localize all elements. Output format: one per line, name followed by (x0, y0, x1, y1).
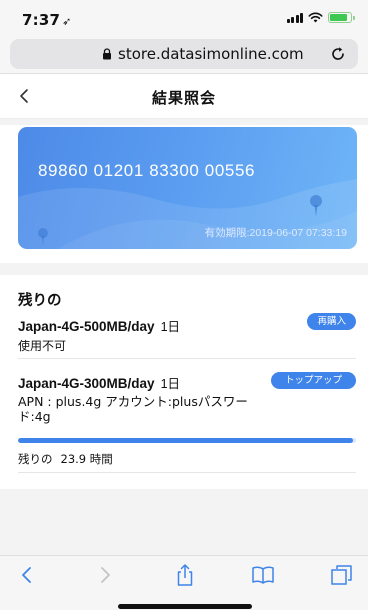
plan-days: 1日 (160, 320, 181, 334)
card-section: 89860 01201 83300 00556 有効期限:2019-06-07 … (0, 125, 368, 263)
card-expiry: 有効期限:2019-06-07 07:33:19 (204, 227, 347, 239)
cellular-signal-icon (286, 12, 303, 23)
repurchase-button[interactable]: 再購入 (307, 313, 356, 330)
plan-name-text: Japan-4G-500MB/day (18, 319, 155, 334)
page-background (0, 489, 368, 555)
divider (18, 472, 356, 473)
bookmarks-icon[interactable] (250, 562, 276, 588)
remaining-value: 23.9 時間 (60, 452, 113, 466)
sim-card: 89860 01201 83300 00556 有効期限:2019-06-07 … (18, 127, 357, 249)
lock-icon (103, 48, 111, 60)
page-title: 結果照会 (151, 89, 216, 107)
status-icons (286, 12, 355, 23)
plan-status: 使用不可 (18, 339, 67, 353)
browser-address-area: store.datasimonline.com (0, 36, 368, 74)
status-bar: 7:37 ➶ (0, 0, 368, 36)
top-up-button[interactable]: トップアップ (270, 372, 356, 389)
tabs-icon[interactable] (328, 562, 354, 588)
plan-name-text: Japan-4G-300MB/day (18, 376, 155, 391)
url-text: store.datasimonline.com (118, 45, 304, 63)
plan-name: Japan-4G-500MB/day 1日 (18, 316, 180, 335)
battery-icon (328, 12, 355, 23)
wifi-icon (308, 12, 323, 23)
card-number: 89860 01201 83300 00556 (38, 161, 256, 180)
browser-toolbar (0, 555, 368, 610)
reload-icon[interactable] (330, 46, 346, 62)
time-text: 7:37 (22, 11, 61, 29)
remaining-label: 残りの (18, 452, 53, 466)
location-arrow-icon: ➶ (62, 15, 72, 28)
forward-arrow-icon[interactable] (92, 562, 118, 588)
section-title: 残りの (18, 293, 62, 309)
share-icon[interactable] (172, 562, 198, 588)
app-header: 結果照会 (0, 75, 368, 119)
divider (18, 358, 356, 359)
back-arrow-icon[interactable] (14, 562, 40, 588)
remaining-time: 残りの 23.9 時間 (18, 451, 113, 467)
usage-progress-bar (18, 438, 356, 443)
status-time: 7:37 ➶ (22, 11, 72, 29)
plan-days: 1日 (160, 377, 181, 391)
usage-progress-fill (18, 438, 353, 443)
address-bar[interactable]: store.datasimonline.com (10, 39, 358, 69)
plan-name: Japan-4G-300MB/day 1日 (18, 373, 180, 392)
apn-info: APN : plus.4g アカウント:plusパスワード:4g (18, 394, 248, 424)
home-indicator (118, 604, 252, 609)
section-spacer (0, 263, 368, 275)
remaining-section: 残りの Japan-4G-500MB/day 1日 再購入 使用不可 Japan-… (0, 275, 368, 489)
